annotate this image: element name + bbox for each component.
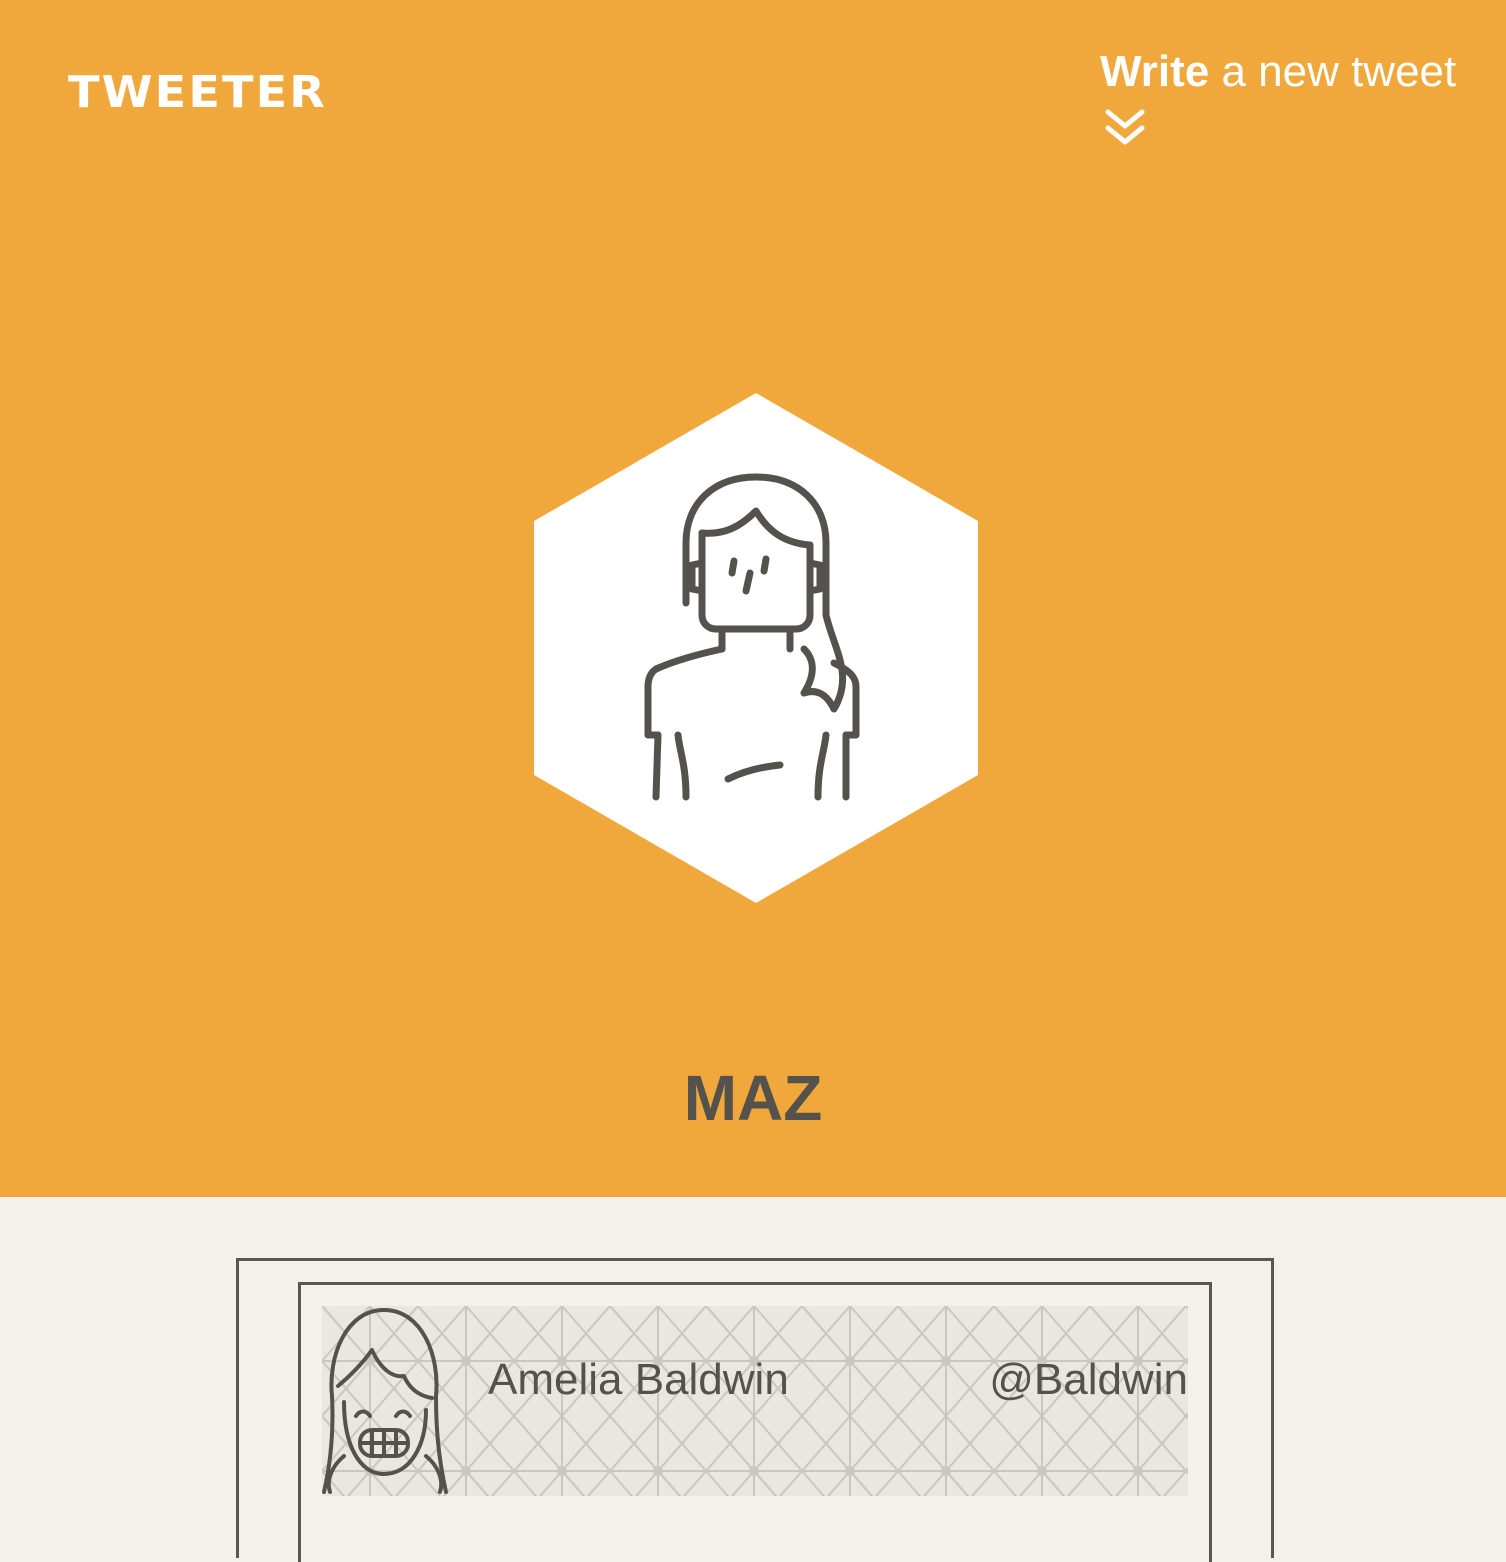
write-link-strong: Write [1100, 47, 1210, 96]
smiling-girl-avatar-icon [322, 1308, 448, 1494]
write-link-rest: a new tweet [1209, 47, 1457, 96]
tweet-card[interactable]: Amelia Baldwin @Baldwin [322, 1306, 1188, 1496]
write-new-tweet-link[interactable]: Write a new tweet [1100, 46, 1456, 98]
profile-header: TWEETER Write a new tweet MAZ [0, 0, 1506, 1197]
tweet-author-handle[interactable]: @Baldwin [989, 1354, 1188, 1406]
tweet-author-name[interactable]: Amelia Baldwin [488, 1354, 789, 1406]
app-logo[interactable]: TWEETER [68, 70, 327, 116]
profile-name: MAZ [683, 1062, 823, 1134]
profile-avatar [534, 393, 978, 903]
double-chevron-down-icon[interactable] [1104, 108, 1146, 150]
